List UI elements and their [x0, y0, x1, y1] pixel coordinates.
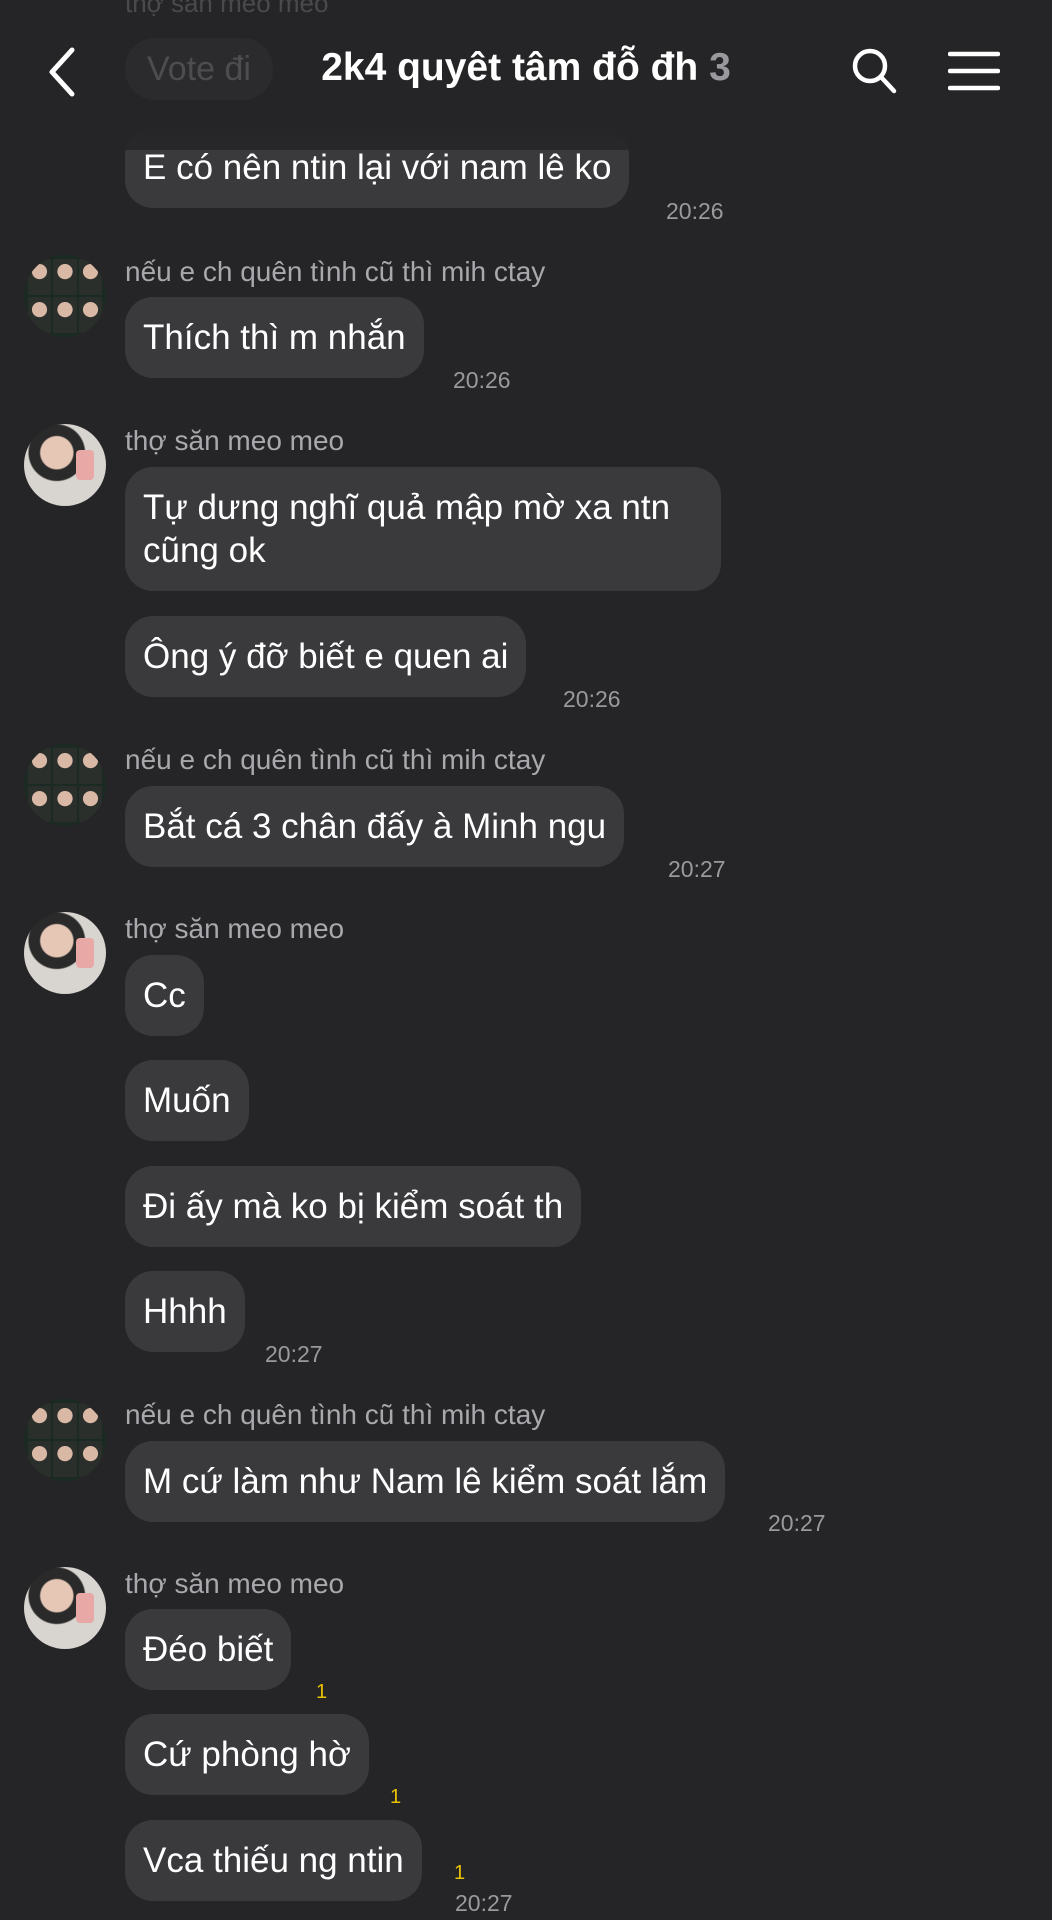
message-timestamp: 20:27 [668, 856, 726, 882]
scrolled-message-bubble[interactable]: Vote đi [125, 38, 273, 100]
menu-button[interactable] [947, 50, 1001, 92]
unread-count: 1 [454, 1862, 466, 1884]
unread-count: 1 [390, 1786, 402, 1808]
message-timestamp: 20:27 [455, 1890, 513, 1916]
message-bubble[interactable]: Tự dưng nghĩ quả mập mờ xa ntn cũng ok [125, 467, 721, 591]
sender-name: nếu e ch quên tình cũ thì mih ctay [125, 1399, 546, 1430]
group-name: 2k4 quyêt tâm đỗ đh [321, 46, 699, 89]
avatar[interactable] [24, 424, 106, 506]
avatar[interactable] [24, 1567, 106, 1649]
message-timestamp: 20:26 [666, 198, 724, 224]
message-bubble[interactable]: Cứ phòng hờ [125, 1714, 369, 1795]
message-bubble[interactable]: M cứ làm như Nam lê kiểm soát lắm [125, 1441, 726, 1522]
back-button[interactable] [40, 42, 84, 102]
member-count: 3 [709, 46, 731, 89]
sender-name: thợ săn meo meo [125, 913, 345, 944]
message-bubble[interactable]: Muốn [125, 1060, 249, 1141]
message-timestamp: 20:27 [265, 1341, 323, 1367]
message-bubble[interactable]: Vca thiếu ng ntin [125, 1820, 422, 1901]
search-button[interactable] [850, 46, 898, 96]
chevron-left-icon [49, 47, 75, 97]
message-timestamp: 20:26 [563, 686, 621, 712]
sender-name: thợ săn meo meo [125, 425, 345, 456]
sender-name: nếu e ch quên tình cũ thì mih ctay [125, 744, 546, 775]
unread-count: 1 [316, 1681, 328, 1703]
search-icon [852, 48, 897, 94]
avatar[interactable] [24, 1399, 106, 1481]
message-bubble[interactable]: Bắt cá 3 chân đấy à Minh ngu [125, 786, 625, 867]
sender-name: thợ săn meo meo [125, 1568, 345, 1599]
message-bubble[interactable]: Đi ấy mà ko bị kiểm soát th [125, 1166, 582, 1247]
chat-header: thợ săn meo meo Vote đi 2k4 quyêt tâm đỗ… [0, 0, 1052, 150]
message-bubble[interactable]: Thích thì m nhắn [125, 297, 424, 378]
message-bubble[interactable]: Ông ý đỡ biết e quen ai [125, 616, 527, 697]
avatar[interactable] [24, 744, 106, 826]
avatar[interactable] [24, 912, 106, 994]
message-timestamp: 20:27 [768, 1510, 826, 1536]
message-bubble[interactable]: Cc [125, 955, 204, 1036]
message-bubble[interactable]: Hhhh [125, 1271, 245, 1352]
message-bubble[interactable]: Đéo biết [125, 1609, 292, 1690]
scrolled-sender-name: thợ săn meo meo [125, 0, 329, 18]
hamburger-menu-icon [947, 51, 1001, 91]
sender-name: nếu e ch quên tình cũ thì mih ctay [125, 256, 546, 287]
message-timestamp: 20:26 [453, 367, 511, 393]
avatar[interactable] [24, 255, 106, 337]
